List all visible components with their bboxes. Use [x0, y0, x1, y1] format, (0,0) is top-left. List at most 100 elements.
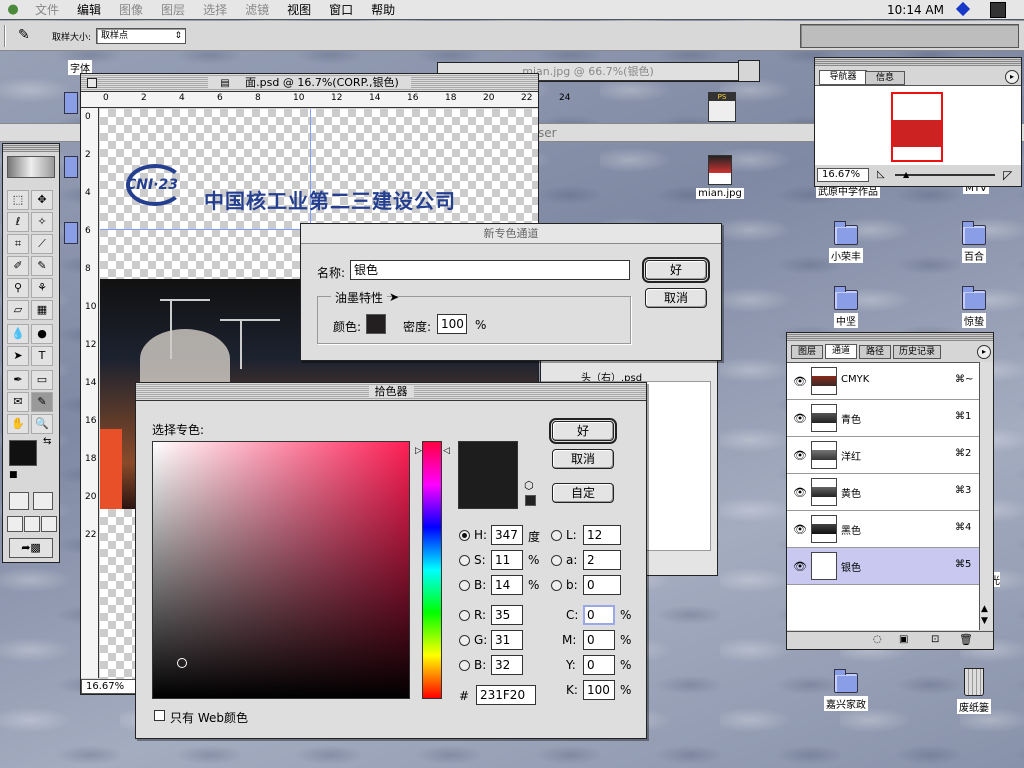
lab-l-input[interactable]: 12: [583, 525, 621, 545]
spot-ok-button[interactable]: 好: [642, 257, 710, 283]
standard-mode-icon[interactable]: [9, 492, 29, 510]
tab-info[interactable]: 信息: [865, 71, 905, 85]
screen-mode-standard-icon[interactable]: [7, 516, 23, 532]
save-selection-icon[interactable]: ▣: [899, 634, 908, 645]
apple-menu-icon[interactable]: ●: [0, 2, 26, 17]
blue-input[interactable]: 32: [491, 655, 523, 675]
gamut-cube-icon[interactable]: ⬡: [524, 479, 534, 492]
navigator-view-box[interactable]: [891, 92, 943, 162]
application-menu-icon[interactable]: [990, 2, 1006, 18]
hue-radio[interactable]: [459, 530, 470, 541]
lab-b-radio[interactable]: [551, 580, 562, 591]
picker-cancel-button[interactable]: 取消: [552, 449, 614, 469]
channel-row[interactable]: 👁 黄色 ⌘3: [787, 474, 979, 511]
navigator-titlebar[interactable]: [815, 58, 1021, 66]
hex-input[interactable]: 231F20: [476, 685, 536, 705]
menu-edit[interactable]: 编辑: [68, 0, 110, 20]
navigator-preview[interactable]: [815, 85, 1021, 165]
slice-tool-icon[interactable]: ⟋: [31, 234, 53, 254]
saturation-brightness-field[interactable]: [152, 441, 410, 699]
lab-a-input[interactable]: 2: [583, 550, 621, 570]
color-picker-titlebar[interactable]: 拾色器: [136, 383, 646, 401]
new-channel-icon[interactable]: ⊡: [931, 634, 939, 645]
channel-list[interactable]: 👁 CMYK ⌘~ 👁 青色 ⌘1 👁 洋红 ⌘2 👁 黄色 ⌘3 👁 黑色 ⌘4 👁 银色 ⌘5: [787, 362, 979, 630]
red-input[interactable]: 35: [491, 605, 523, 625]
notes-tool-icon[interactable]: ✉: [7, 392, 29, 412]
green-radio[interactable]: [459, 635, 470, 646]
palette-well[interactable]: [800, 24, 1019, 48]
black-input[interactable]: 100: [583, 680, 615, 700]
lab-b-input[interactable]: 0: [583, 575, 621, 595]
screen-mode-full-menu-icon[interactable]: [24, 516, 40, 532]
spot-color-swatch[interactable]: [366, 314, 386, 334]
crop-tool-icon[interactable]: ⌗: [7, 234, 29, 254]
toolbox-titlebar[interactable]: [3, 144, 59, 152]
desktop-icon-xiaorongfeng[interactable]: 小荣丰: [806, 221, 886, 263]
desktop-icon-jingzhe[interactable]: 惊蛰: [934, 286, 1014, 328]
folder-icon[interactable]: [64, 222, 78, 244]
menu-filter[interactable]: 滤镜: [236, 0, 278, 20]
custom-colors-button[interactable]: 自定: [552, 483, 614, 503]
spot-cancel-button[interactable]: 取消: [645, 288, 707, 308]
panel-menu-icon[interactable]: ▸: [1005, 70, 1019, 84]
shape-tool-icon[interactable]: ▭: [31, 370, 53, 390]
brush-tool-icon[interactable]: ✎: [31, 256, 53, 276]
zoom-out-icon[interactable]: ◺: [877, 169, 885, 180]
color-field-marker[interactable]: [177, 658, 187, 668]
hue-input[interactable]: 347: [491, 525, 523, 545]
channel-row[interactable]: 👁 洋红 ⌘2: [787, 437, 979, 474]
green-input[interactable]: 31: [491, 630, 523, 650]
gamut-swatch[interactable]: [525, 495, 536, 506]
cyan-input[interactable]: 0: [583, 605, 615, 625]
eraser-tool-icon[interactable]: ▱: [7, 300, 29, 320]
folder-icon[interactable]: [64, 156, 78, 178]
clone-stamp-icon[interactable]: ⚲: [7, 278, 29, 298]
options-grip[interactable]: [4, 25, 6, 47]
lab-a-radio[interactable]: [551, 555, 562, 566]
load-selection-icon[interactable]: ◌: [873, 634, 882, 645]
navigator-zoom-field[interactable]: 16.67%: [817, 168, 869, 182]
lab-l-radio[interactable]: [551, 530, 562, 541]
healing-brush-icon[interactable]: ✐: [7, 256, 29, 276]
brightness-radio[interactable]: [459, 580, 470, 591]
marquee-tool-icon[interactable]: ⬚: [7, 190, 29, 210]
desktop-icon-trash[interactable]: 废纸篓: [934, 668, 1014, 714]
brightness-input[interactable]: 14: [491, 575, 523, 595]
web-colors-only-checkbox[interactable]: [154, 710, 165, 721]
zoom-slider-handle[interactable]: ▲: [903, 170, 909, 179]
tab-history[interactable]: 历史记录: [893, 345, 941, 359]
delete-channel-icon[interactable]: 🗑: [959, 633, 973, 646]
channel-row[interactable]: 👁 青色 ⌘1: [787, 400, 979, 437]
magic-wand-tool-icon[interactable]: ✧: [31, 212, 53, 232]
visibility-eye-icon[interactable]: 👁: [793, 449, 807, 462]
visibility-eye-icon[interactable]: 👁: [793, 486, 807, 499]
panel-menu-icon[interactable]: ▸: [977, 345, 991, 359]
pen-tool-icon[interactable]: ✒: [7, 370, 29, 390]
blue-radio[interactable]: [459, 660, 470, 671]
channel-scrollbar[interactable]: ▲ ▼: [979, 362, 993, 630]
history-brush-icon[interactable]: ⚘: [31, 278, 53, 298]
desktop-icon-mian[interactable]: mian.jpg: [680, 155, 760, 199]
document-titlebar[interactable]: ▤ 面.psd @ 16.7%(CORP.,银色): [81, 74, 538, 92]
dialog-titlebar[interactable]: 新专色通道: [301, 224, 721, 244]
zoom-slider[interactable]: [895, 174, 995, 176]
foreground-color-swatch[interactable]: [9, 440, 37, 466]
red-radio[interactable]: [459, 610, 470, 621]
zoom-tool-icon[interactable]: 🔍: [31, 414, 53, 434]
document-icon[interactable]: PS: [708, 92, 736, 122]
jump-to-imageready-icon[interactable]: ➦▩: [9, 538, 53, 558]
solidity-input[interactable]: 100: [437, 314, 467, 334]
picker-ok-button[interactable]: 好: [549, 418, 617, 444]
path-selection-icon[interactable]: ➤: [7, 346, 29, 366]
quickmask-mode-icon[interactable]: [33, 492, 53, 510]
desktop-icon-zhongjian[interactable]: 中坚: [806, 286, 886, 328]
tab-paths[interactable]: 路径: [859, 345, 891, 359]
tab-channels[interactable]: 通道: [825, 344, 857, 359]
menu-image[interactable]: 图像: [110, 0, 152, 20]
type-tool-icon[interactable]: T: [31, 346, 53, 366]
channel-row[interactable]: 👁 黑色 ⌘4: [787, 511, 979, 548]
tab-layers[interactable]: 图层: [791, 345, 823, 359]
hue-slider[interactable]: [422, 441, 442, 699]
channel-row[interactable]: 👁 银色 ⌘5: [787, 548, 979, 585]
zoom-field[interactable]: 16.67%: [81, 679, 141, 694]
